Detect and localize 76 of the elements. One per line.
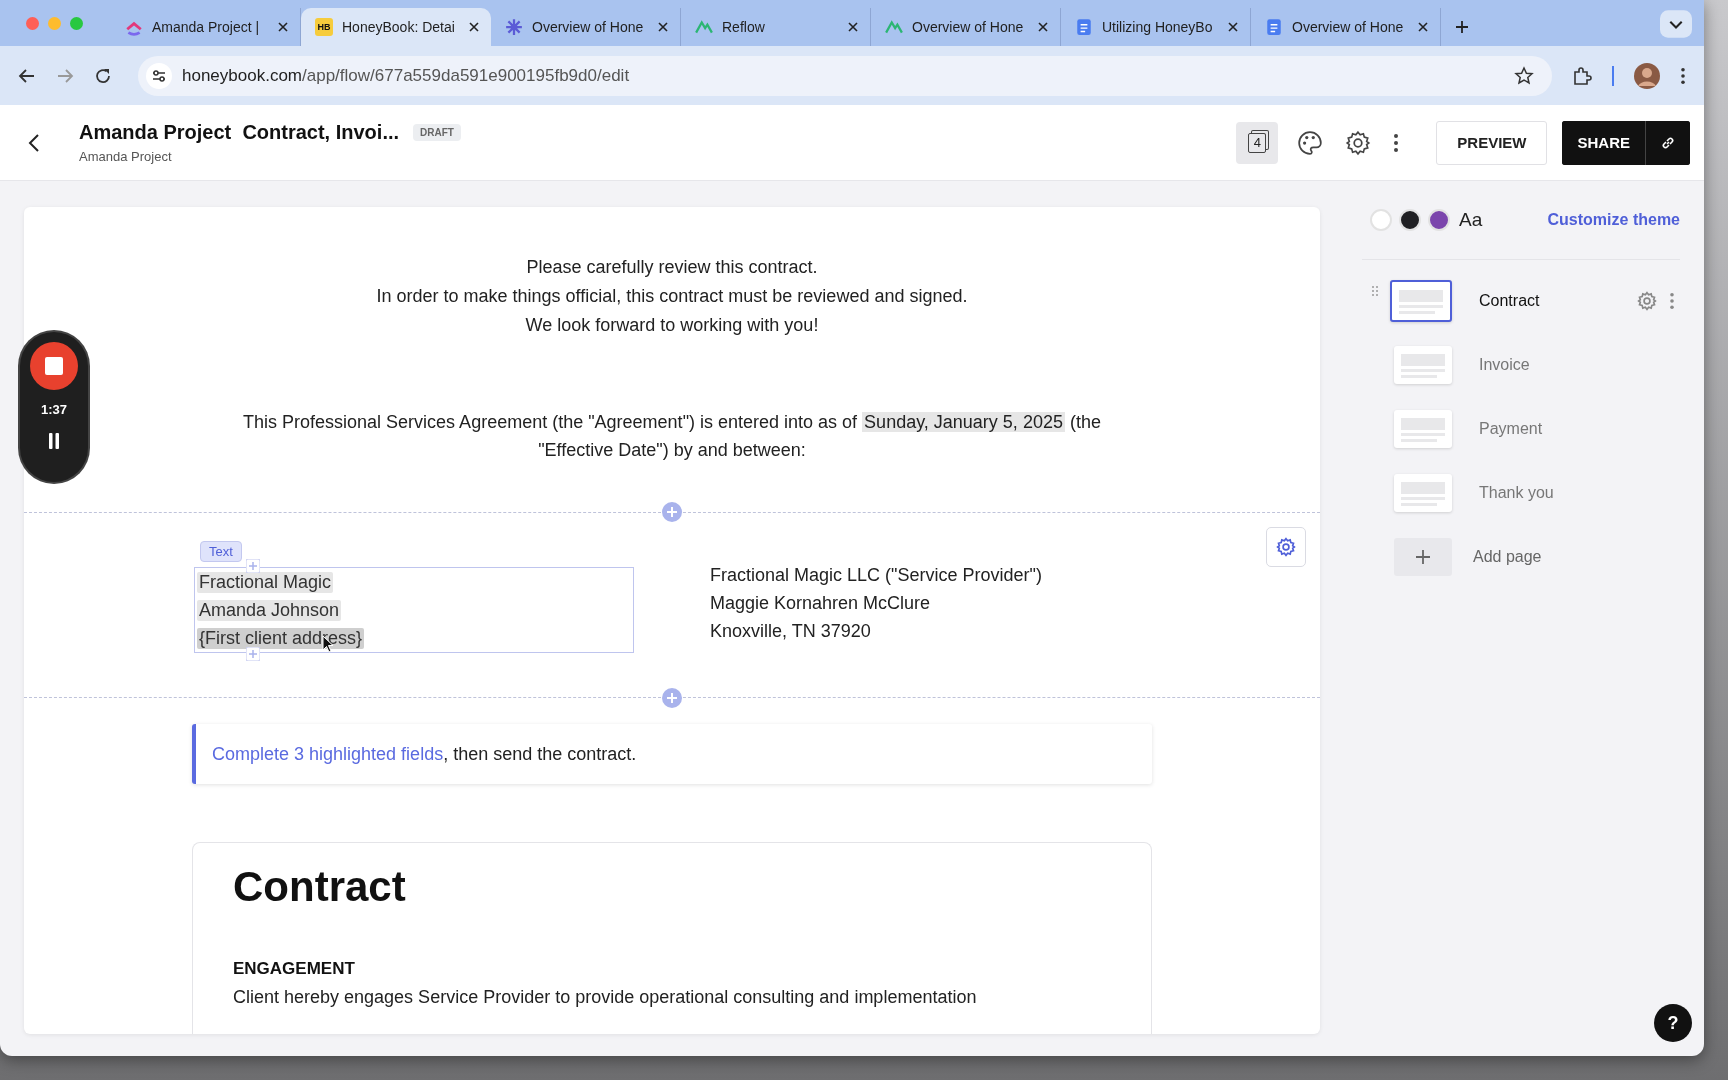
block-settings-button[interactable] xyxy=(1266,527,1306,567)
extensions-icon[interactable] xyxy=(1572,65,1592,86)
preview-button[interactable]: PREVIEW xyxy=(1436,120,1548,165)
tab-favicon-icon xyxy=(505,18,523,36)
section-text: Client hereby engages Service Provider to provide operational consulting and implementation xyxy=(233,987,977,1008)
browser-menu-icon[interactable] xyxy=(1680,66,1686,85)
page-thumbnail[interactable] xyxy=(1394,346,1452,384)
project-title: Amanda Project Contract, Invoi... xyxy=(79,121,400,144)
intro-text: In order to make things official, this contract must be reviewed and signed. xyxy=(376,286,968,307)
theme-color-swatch[interactable] xyxy=(1399,209,1421,231)
share-button[interactable]: SHARE xyxy=(1562,120,1646,165)
pages-count-button[interactable]: 4 xyxy=(1236,121,1279,164)
tab-favicon-icon xyxy=(885,18,903,36)
client-field[interactable]: Amanda Johnson xyxy=(197,599,342,621)
close-tab-icon[interactable] xyxy=(658,22,668,32)
recording-time: 1:37 xyxy=(41,402,67,417)
provider-text: Fractional Magic LLC ("Service Provider") xyxy=(710,565,1042,585)
bookmark-star-icon[interactable] xyxy=(1514,65,1534,86)
theme-color-swatch[interactable] xyxy=(1428,209,1450,231)
close-tab-icon[interactable] xyxy=(1418,22,1428,32)
page-name[interactable]: Thank you xyxy=(1479,484,1554,502)
intro-text: Please carefully review this contract. xyxy=(526,257,818,278)
settings-icon xyxy=(1276,537,1296,557)
pause-icon[interactable] xyxy=(48,433,60,449)
customize-theme-link[interactable]: Customize theme xyxy=(1547,211,1680,229)
page-name[interactable]: Payment xyxy=(1479,420,1543,438)
drag-handle-icon[interactable] xyxy=(1372,286,1378,296)
agreement-paragraph: This Professional Services Agreement (the "Agreement") is entered into as of Sunday, January 5, 2025 (the "Effective Date") by and between: xyxy=(242,411,1102,462)
provider-text: Maggie Kornahren McClure xyxy=(710,593,932,613)
new-tab-icon[interactable] xyxy=(1455,20,1469,34)
theme-color-swatch[interactable] xyxy=(1370,209,1392,231)
placeholder-field[interactable]: {First client address} xyxy=(197,627,365,649)
plus-icon xyxy=(1415,549,1431,565)
page-thumbnail[interactable] xyxy=(1390,280,1452,322)
project-subtitle: Amanda Project xyxy=(79,149,173,164)
page-thumbnail[interactable] xyxy=(1394,474,1452,512)
page-name[interactable]: Invoice xyxy=(1479,356,1530,374)
add-page-label[interactable]: Add page xyxy=(1473,548,1542,566)
page-thumbnail[interactable] xyxy=(1394,410,1452,448)
settings-icon[interactable] xyxy=(1345,129,1372,156)
tab-favicon-icon xyxy=(1075,18,1093,36)
selected-text-block[interactable]: Fractional Magic Amanda Johnson {First client address} xyxy=(194,567,634,653)
stop-recording-button[interactable] xyxy=(30,342,78,390)
close-tab-icon[interactable] xyxy=(278,22,288,32)
page-settings-icon[interactable] xyxy=(1637,291,1657,311)
intro-text: We look forward to working with you! xyxy=(525,315,819,336)
address-field[interactable]: honeybook.com/app/flow/677a559da591e900195fb9d0/edit xyxy=(138,55,1552,96)
contract-title: Contract xyxy=(233,863,406,911)
font-sample: Aa xyxy=(1459,209,1483,231)
provider-text: Knoxville, TN 37920 xyxy=(710,621,872,641)
status-badge: DRAFT xyxy=(413,124,461,141)
reload-icon[interactable] xyxy=(94,66,112,85)
page-name[interactable]: Contract xyxy=(1479,292,1540,310)
close-tab-icon[interactable] xyxy=(1228,22,1238,32)
page-menu-icon[interactable] xyxy=(1669,292,1675,310)
link-icon xyxy=(1660,134,1676,151)
site-settings-icon[interactable] xyxy=(146,62,172,89)
tab-favicon-icon: HB xyxy=(315,18,333,36)
block-type-tag: Text xyxy=(200,541,242,562)
add-page-button[interactable] xyxy=(1394,538,1452,576)
help-button[interactable]: ? xyxy=(1654,1004,1692,1042)
tab-list-icon[interactable] xyxy=(1660,10,1692,38)
tab-favicon-icon xyxy=(1265,18,1283,36)
tab-favicon-icon xyxy=(695,18,713,36)
section-heading: ENGAGEMENT xyxy=(233,959,355,979)
browser-tab[interactable]: HB HoneyBook: Detai xyxy=(301,8,491,46)
client-field[interactable]: Fractional Magic xyxy=(197,571,334,593)
close-tab-icon[interactable] xyxy=(848,22,858,32)
profile-avatar-icon[interactable] xyxy=(1634,62,1660,89)
highlighted-fields-link[interactable]: Complete 3 highlighted fields xyxy=(212,743,444,764)
palette-icon[interactable] xyxy=(1297,129,1324,156)
close-tab-icon[interactable] xyxy=(1038,22,1048,32)
back-icon[interactable] xyxy=(18,66,36,85)
close-tab-icon[interactable] xyxy=(469,22,479,32)
notice-text: Complete 3 highlighted fields, then send the contract. xyxy=(212,743,637,765)
back-icon[interactable] xyxy=(28,132,40,153)
